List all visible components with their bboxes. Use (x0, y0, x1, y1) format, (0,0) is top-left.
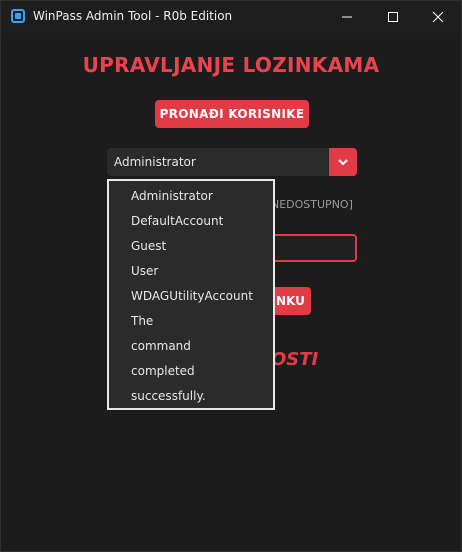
close-button[interactable] (415, 1, 461, 33)
user-select[interactable]: Administrator (107, 148, 357, 176)
change-password-label: NKU (276, 294, 305, 308)
dropdown-option[interactable]: User (131, 261, 158, 281)
close-icon (432, 11, 444, 23)
minimize-icon (342, 16, 352, 18)
app-icon (11, 9, 25, 23)
minimize-button[interactable] (324, 1, 370, 33)
dropdown-option[interactable]: The (131, 311, 153, 331)
maximize-icon (388, 12, 398, 22)
window-title: WinPass Admin Tool - R0b Edition (33, 9, 233, 23)
page-title: UPRAVLJANJE LOZINKAMA (82, 53, 380, 77)
status-heading: OSTI (271, 349, 319, 370)
user-select-value: Administrator (114, 155, 196, 169)
new-password-input[interactable] (263, 234, 357, 262)
dropdown-option[interactable]: Guest (131, 236, 166, 256)
user-select-toggle[interactable] (329, 148, 357, 176)
dropdown-option[interactable]: WDAGUtilityAccount (131, 286, 253, 306)
dropdown-option[interactable]: completed (131, 361, 195, 381)
app-window: WinPass Admin Tool - R0b Edition UPRAVLJ… (0, 0, 462, 552)
chevron-down-icon (338, 159, 348, 166)
status-text: NEDOSTUPNO] (271, 198, 353, 211)
title-bar: WinPass Admin Tool - R0b Edition (1, 1, 461, 33)
dropdown-option[interactable]: successfully. (131, 386, 206, 406)
dropdown-option[interactable]: DefaultAccount (131, 211, 223, 231)
maximize-button[interactable] (370, 1, 416, 33)
dropdown-option[interactable]: Administrator (131, 186, 213, 206)
user-dropdown-list: Administrator DefaultAccount Guest User … (107, 179, 275, 410)
find-users-button[interactable]: PRONAĐI KORISNIKE (155, 100, 309, 128)
dropdown-option[interactable]: command (131, 336, 191, 356)
